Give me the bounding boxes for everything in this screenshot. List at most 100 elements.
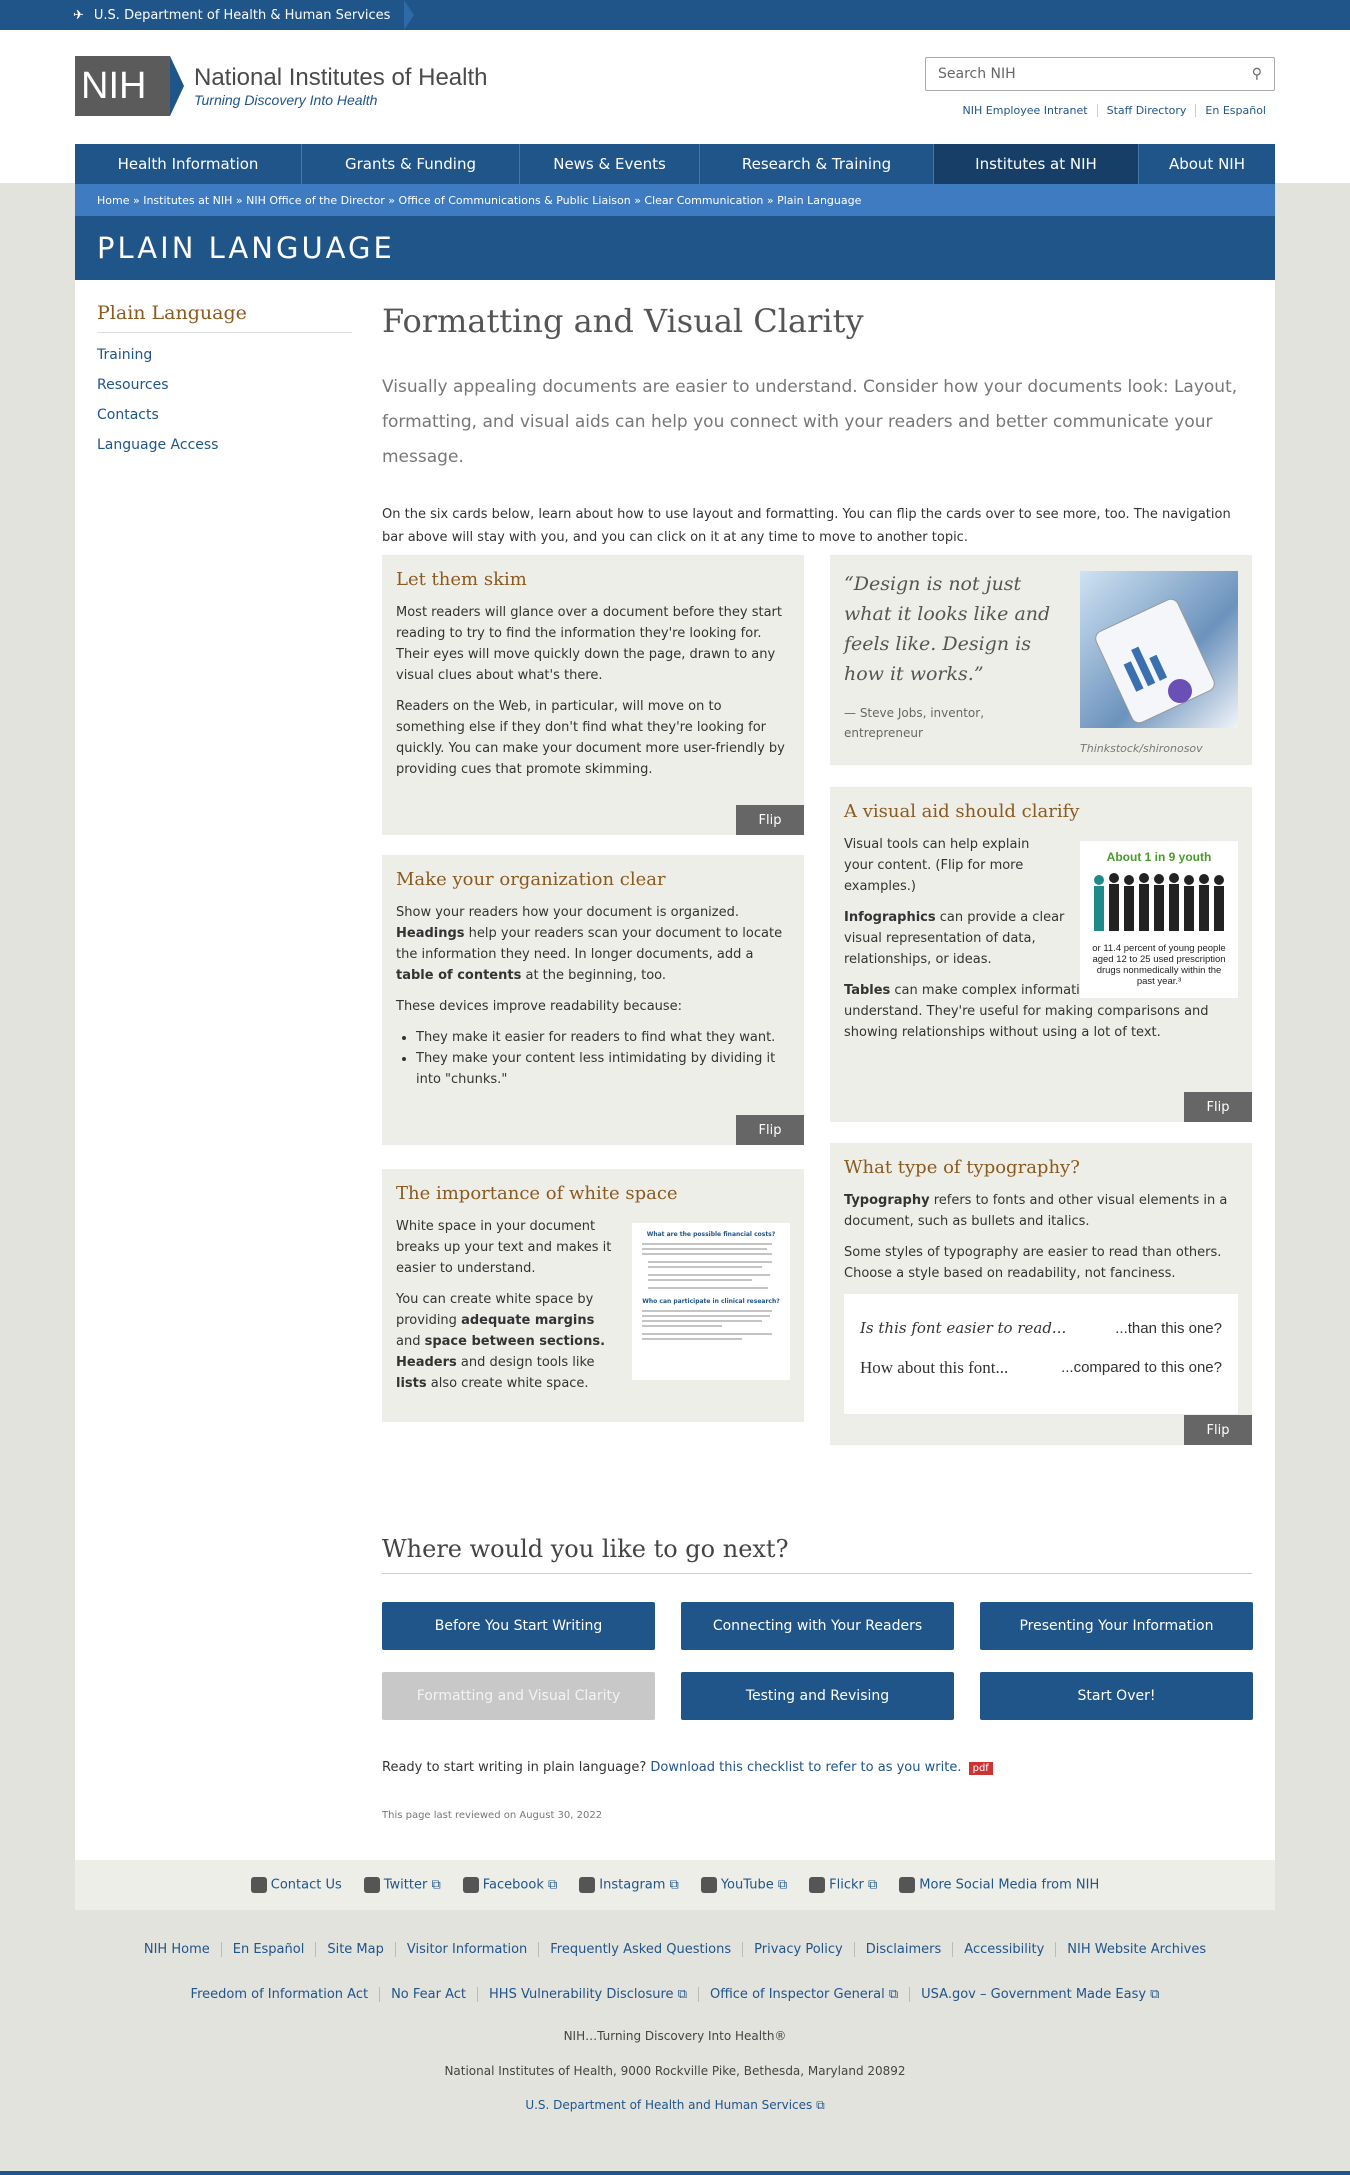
next-button-testing[interactable]: Testing and Revising [681, 1672, 954, 1720]
social-youtube[interactable]: YouTube ⧉ [700, 1877, 787, 1893]
pdf-badge: pdf [968, 1762, 993, 1775]
footer-hhs-link[interactable]: U.S. Department of Health and Human Serv… [514, 2098, 835, 2113]
bold-span: space between sections. [424, 1334, 606, 1349]
phone-icon [250, 1877, 267, 1893]
twitter-icon [363, 1877, 380, 1893]
footer-link[interactable]: Frequently Asked Questions [538, 1942, 742, 1957]
card-typography: What type of typography? Typography refe… [830, 1143, 1252, 1445]
sidebar-item-language-access[interactable]: Language Access [97, 437, 352, 453]
doc-heading: What are the possible financial costs? [646, 1231, 776, 1238]
social-label: More Social Media from NIH [919, 1877, 1100, 1893]
flip-button[interactable]: Flip [1184, 1092, 1252, 1122]
text-span: and design tools like [456, 1355, 595, 1370]
utility-link-intranet[interactable]: NIH Employee Intranet [954, 104, 1097, 117]
flip-button[interactable]: Flip [1184, 1415, 1252, 1445]
card-let-them-skim: Let them skim Most readers will glance o… [382, 555, 804, 835]
flip-button[interactable]: Flip [736, 805, 804, 835]
font-sample-serif: How about this font... [860, 1358, 1009, 1377]
text-span: at the beginning, too. [521, 968, 667, 983]
card-text: These devices improve readability becaus… [396, 999, 683, 1014]
social-flickr[interactable]: Flickr ⧉ [809, 1877, 877, 1893]
card-text: Most readers will glance over a document… [396, 605, 782, 683]
social-label: Facebook [482, 1877, 544, 1893]
next-button-presenting[interactable]: Presenting Your Information [980, 1602, 1253, 1650]
social-contact[interactable]: Contact Us [250, 1877, 342, 1893]
sidebar-item-contacts[interactable]: Contacts [97, 407, 352, 423]
flickr-icon [809, 1877, 826, 1893]
card-text: You can create white space by providing … [396, 1289, 621, 1394]
breadcrumb[interactable]: Home » Institutes at NIH » NIH Office of… [75, 184, 1275, 216]
social-more[interactable]: More Social Media from NIH [899, 1877, 1099, 1893]
tablet-photo [1080, 571, 1238, 728]
footer-link[interactable]: Disclaimers [853, 1942, 953, 1957]
nav-research-training[interactable]: Research & Training [700, 144, 934, 184]
card-text: Typography refers to fonts and other vis… [844, 1190, 1238, 1232]
footer-link[interactable]: NIH Website Archives [1055, 1942, 1217, 1957]
card-title: A visual aid should clarify [844, 801, 1080, 822]
footer-link[interactable]: Site Map [315, 1942, 395, 1957]
search-input[interactable]: Search NIH ⚲ [925, 57, 1275, 91]
sidebar-item-resources[interactable]: Resources [97, 377, 352, 393]
doc-lines [642, 1243, 772, 1289]
social-instagram[interactable]: Instagram ⧉ [579, 1877, 679, 1893]
card-text: White space in your document breaks up y… [396, 1219, 612, 1276]
hhs-bar: ✈ U.S. Department of Health & Human Serv… [0, 0, 1350, 30]
bullet-list: They make it easier for readers to find … [416, 1027, 790, 1090]
footer-link[interactable]: Privacy Policy [742, 1942, 854, 1957]
next-button-before-writing[interactable]: Before You Start Writing [382, 1602, 655, 1650]
sidebar-item-training[interactable]: Training [97, 347, 352, 363]
footer-link[interactable]: HHS Vulnerability Disclosure ⧉ [477, 1987, 698, 2002]
social-facebook[interactable]: Facebook ⧉ [462, 1877, 557, 1893]
nih-logo[interactable]: NIH National Institutes of Health Turnin… [75, 56, 488, 116]
next-button-start-over[interactable]: Start Over! [980, 1672, 1253, 1720]
hhs-chevron [404, 0, 415, 30]
next-button-connecting[interactable]: Connecting with Your Readers [681, 1602, 954, 1650]
list-item: They make your content less intimidating… [416, 1048, 790, 1090]
footer-link[interactable]: Accessibility [952, 1942, 1055, 1957]
checklist-lead: Ready to start writing in plain language… [382, 1760, 651, 1775]
card-title: Make your organization clear [396, 869, 666, 890]
font-sample-sans-2: ...compared to this one? [1061, 1359, 1222, 1376]
footer-link-label: USA.gov – Government Made Easy [921, 1987, 1147, 2002]
footer-link[interactable]: USA.gov – Government Made Easy ⧉ [909, 1987, 1170, 2002]
utility-link-espanol[interactable]: En Español [1195, 104, 1275, 117]
card-title: The importance of white space [396, 1183, 678, 1204]
card-text: Readers on the Web, in particular, will … [396, 699, 785, 777]
sidebar-title[interactable]: Plain Language [97, 302, 352, 333]
nav-about[interactable]: About NIH [1139, 144, 1275, 184]
last-reviewed: This page last reviewed on August 30, 20… [382, 1810, 603, 1821]
nav-grants-funding[interactable]: Grants & Funding [302, 144, 520, 184]
bold-span: Headings [396, 926, 465, 941]
logo-name: National Institutes of Health [194, 64, 488, 91]
flip-button[interactable]: Flip [736, 1115, 804, 1145]
nav-news-events[interactable]: News & Events [520, 144, 700, 184]
nav-health-information[interactable]: Health Information [75, 144, 302, 184]
list-item: They make it easier for readers to find … [416, 1027, 790, 1048]
nav-institutes[interactable]: Institutes at NIH [934, 144, 1139, 184]
intro-text: Visually appealing documents are easier … [382, 377, 1238, 467]
footer-link[interactable]: Freedom of Information Act [180, 1987, 380, 2002]
social-twitter[interactable]: Twitter ⧉ [363, 1877, 441, 1893]
infographic: About 1 in 9 youth or 11.4 percent of yo… [1080, 841, 1238, 998]
sidebar: Plain Language Training Resources Contac… [97, 302, 352, 453]
hhs-eagle-icon: ✈ [73, 7, 84, 23]
hhs-link[interactable]: ✈ U.S. Department of Health & Human Serv… [73, 0, 415, 30]
footer-link[interactable]: Visitor Information [394, 1942, 538, 1957]
footer-tagline: NIH…Turning Discovery Into Health® [563, 2029, 787, 2043]
checklist-link[interactable]: Download this checklist to refer to as y… [650, 1760, 961, 1775]
next-button-formatting-current[interactable]: Formatting and Visual Clarity [382, 1672, 655, 1720]
footer-link[interactable]: Office of Inspector General ⧉ [697, 1987, 909, 2002]
footer-link[interactable]: No Fear Act [379, 1987, 477, 2002]
utility-link-staff[interactable]: Staff Directory [1096, 104, 1196, 117]
checklist-line: Ready to start writing in plain language… [382, 1760, 993, 1775]
footer-address: National Institutes of Health, 9000 Rock… [444, 2064, 906, 2078]
bold-span: table of contents [396, 968, 522, 983]
social-bar: Contact Us Twitter ⧉ Facebook ⧉ Instagra… [75, 1860, 1275, 1910]
doc-heading: Who can participate in clinical research… [642, 1298, 780, 1305]
card-text: Infographics can provide a clear visual … [844, 907, 1069, 970]
footer-link[interactable]: En Español [220, 1942, 316, 1957]
card-text: Show your readers how your document is o… [396, 902, 790, 986]
search-icon[interactable]: ⚲ [1252, 66, 1262, 82]
footer-link[interactable]: NIH Home [133, 1942, 221, 1957]
tablet-illustration [1095, 598, 1215, 724]
